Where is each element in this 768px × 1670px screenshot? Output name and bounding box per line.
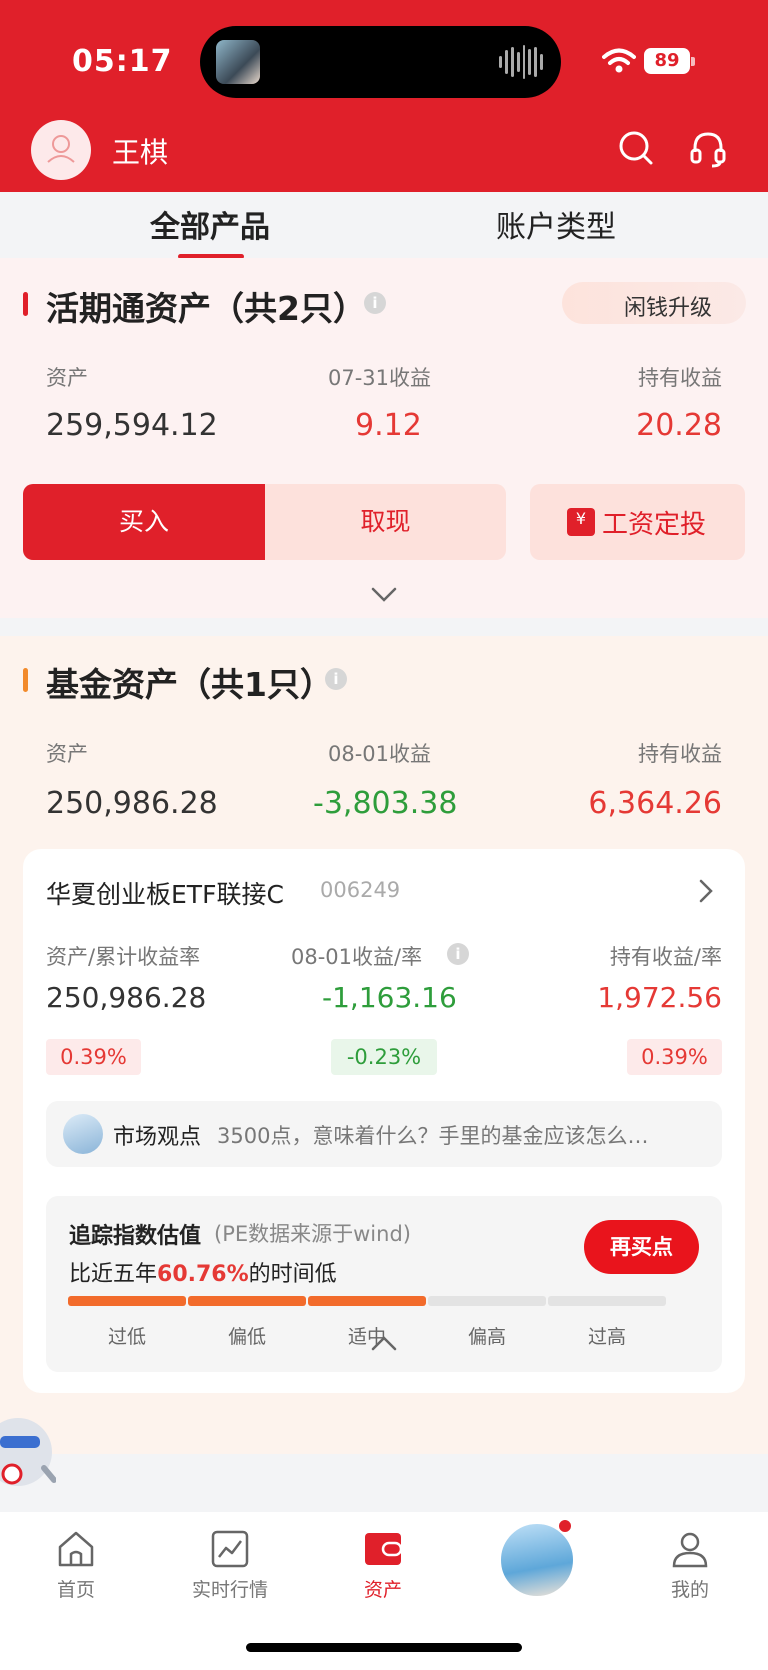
chevron-up-icon[interactable] [370, 1334, 398, 1352]
section-marker [23, 292, 28, 316]
chevron-down-icon[interactable] [370, 586, 398, 604]
user-name[interactable]: 王棋 [112, 131, 168, 171]
daily-income-value: 9.12 [355, 408, 422, 443]
market-view-avatar [63, 1114, 103, 1154]
info-icon[interactable]: i [447, 943, 469, 965]
fund-asset-value: 250,986.28 [46, 981, 207, 1014]
audio-wave-icon [499, 44, 543, 80]
nav-label: 资产 [363, 1579, 402, 1601]
nav-market[interactable]: 实时行情 [180, 1512, 280, 1602]
holding-income-value: 6,364.26 [588, 786, 722, 821]
valuation-segment [548, 1296, 666, 1306]
fund-holding-income: 1,972.56 [597, 981, 722, 1014]
battery-indicator: 89 [644, 48, 690, 74]
home-icon [58, 1531, 94, 1567]
market-view-banner[interactable]: 市场观点 3500点，意味着什么？手里的基金应该怎么… [46, 1101, 722, 1167]
valuation-suffix: 的时间低 [248, 1262, 337, 1287]
fund-assets-section: 基金资产（共1只） i 资产 08-01收益 持有收益 250,986.28 -… [0, 636, 768, 1454]
salary-label: 工资定投 [602, 510, 707, 540]
stat-label: 08-01收益 [328, 742, 432, 766]
chevron-right-icon[interactable] [699, 879, 713, 903]
holding-income-value: 20.28 [636, 408, 722, 443]
fund-daily-income: -1,163.16 [322, 981, 457, 1014]
asset-value: 259,594.12 [46, 408, 218, 443]
valuation-percent: 60.76% [157, 1262, 249, 1287]
person-icon [47, 135, 75, 163]
nav-assets[interactable]: 资产 [333, 1512, 433, 1602]
market-view-text: 3500点，意味着什么？手里的基金应该怎么… [217, 1124, 649, 1148]
section-marker [23, 668, 28, 692]
section-title: 基金资产（共1只） [46, 665, 333, 704]
fund-col-label: 持有收益/率 [609, 945, 722, 969]
user-avatar[interactable] [31, 120, 91, 180]
nav-mine[interactable]: 我的 [640, 1512, 740, 1602]
nav-label: 我的 [670, 1579, 709, 1601]
daily-income-value: -3,803.38 [313, 786, 458, 821]
fund-col-label: 08-01收益/率 [291, 945, 423, 969]
cumulative-rate-badge: 0.39% [46, 1039, 141, 1075]
salary-invest-button[interactable]: ¥ 工资定投 [530, 484, 745, 560]
info-icon[interactable]: i [364, 292, 386, 314]
stat-label: 资产 [46, 366, 88, 390]
wifi-icon [602, 48, 636, 73]
dynamic-island[interactable] [200, 26, 561, 98]
valuation-segment-label: 适中 [347, 1326, 386, 1348]
buy-button[interactable]: 买入 [23, 484, 265, 560]
wallet-icon [365, 1533, 403, 1565]
nav-label: 首页 [56, 1579, 95, 1601]
headset-icon[interactable] [689, 130, 727, 168]
valuation-segment [428, 1296, 546, 1306]
valuation-segment [188, 1296, 306, 1306]
section-title: 活期通资产（共2只） [46, 289, 366, 328]
current-assets-section: 活期通资产（共2只） i 闲钱升级 资产 07-31收益 持有收益 259,59… [0, 258, 768, 618]
mascot-floating-icon[interactable] [0, 1412, 56, 1498]
nav-home[interactable]: 首页 [26, 1512, 126, 1602]
valuation-segment [308, 1296, 426, 1306]
product-tabs: 全部产品 账户类型 [0, 192, 768, 259]
stat-label: 07-31收益 [328, 366, 432, 390]
stat-label: 持有收益 [638, 366, 722, 390]
valuation-title: 追踪指数估值 [69, 1224, 202, 1249]
app-header: 05:17 89 王棋 [0, 0, 768, 192]
market-view-label: 市场观点 [113, 1125, 202, 1150]
now-playing-thumbnail [216, 40, 260, 84]
salary-icon: ¥ [567, 508, 595, 536]
person-icon [672, 1532, 708, 1568]
asset-value: 250,986.28 [46, 786, 218, 821]
holding-rate-badge: 0.39% [627, 1039, 722, 1075]
valuation-segment-label: 过高 [587, 1326, 626, 1348]
tab-account-type[interactable]: 账户类型 [496, 202, 616, 246]
valuation-note: (PE数据来源于wind) [214, 1222, 411, 1246]
home-indicator[interactable] [246, 1643, 522, 1652]
withdraw-button[interactable]: 取现 [265, 484, 506, 560]
valuation-prefix: 比近五年 [69, 1262, 158, 1287]
fund-code: 006249 [320, 878, 401, 902]
stat-label: 持有收益 [638, 742, 722, 766]
stat-label: 资产 [46, 742, 88, 766]
valuation-segment-label: 过低 [107, 1326, 146, 1348]
valuation-segment-label: 偏高 [467, 1326, 506, 1348]
upgrade-button[interactable]: 闲钱升级 [562, 282, 746, 324]
tab-all-products[interactable]: 全部产品 [150, 202, 270, 246]
battery-tip [691, 57, 695, 66]
fund-card[interactable]: 华夏创业板ETF联接C 006249 资产/累计收益率 08-01收益/率 i … [23, 849, 745, 1393]
fund-name[interactable]: 华夏创业板ETF联接C [46, 875, 284, 911]
chart-icon [211, 1530, 249, 1568]
valuation-segment [68, 1296, 186, 1306]
notification-dot [557, 1518, 573, 1534]
status-time: 05:17 [72, 44, 173, 79]
fund-col-label: 资产/累计收益率 [46, 945, 201, 969]
valuation-summary: 比近五年60.76%的时间低 [69, 1256, 337, 1288]
search-icon[interactable] [618, 130, 654, 166]
info-icon[interactable]: i [325, 668, 347, 690]
upgrade-label: 闲钱升级 [624, 296, 713, 321]
daily-rate-badge: -0.23% [331, 1039, 437, 1075]
rebuy-button[interactable]: 再买点 [584, 1220, 699, 1274]
nav-label: 实时行情 [191, 1579, 268, 1601]
valuation-segment-label: 偏低 [227, 1326, 266, 1348]
